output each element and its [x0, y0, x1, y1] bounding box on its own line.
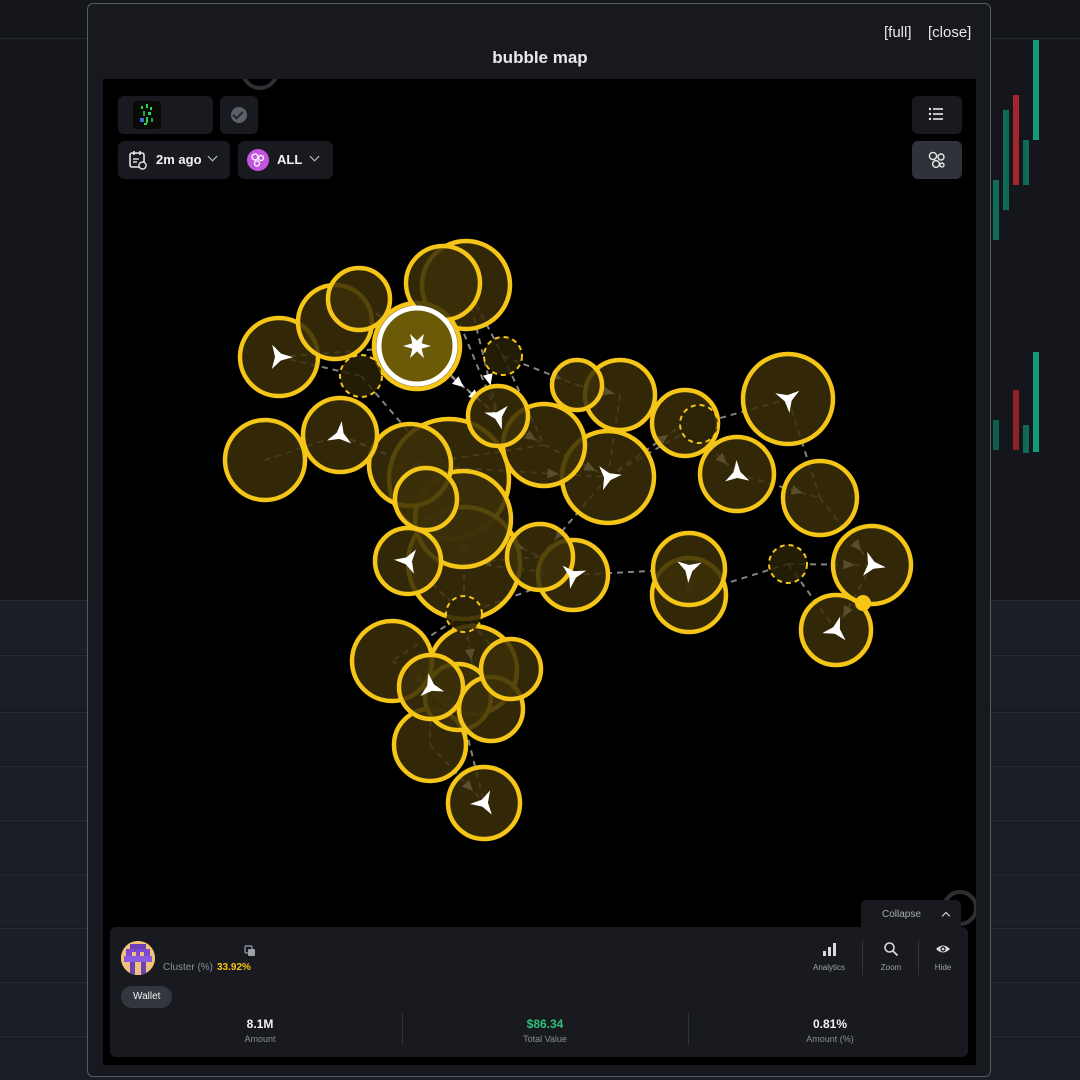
time-filter-dropdown[interactable]: 2m ago	[118, 141, 230, 179]
hide-button[interactable]: Hide	[916, 941, 970, 972]
zoom-label: Zoom	[880, 963, 902, 972]
bubbles[interactable]	[222, 238, 914, 842]
ring-marker-top	[242, 79, 278, 90]
wallet-bubble[interactable]	[549, 357, 605, 413]
cluster-percent-label: Cluster (%)	[163, 962, 214, 973]
modal-title: bubble map	[492, 48, 588, 67]
wallet-bubble[interactable]	[392, 465, 460, 533]
collapse-toggle[interactable]: Collapse	[861, 900, 961, 928]
hide-label: Hide	[934, 963, 952, 972]
list-icon	[928, 107, 943, 121]
close-button[interactable]: [close]	[928, 24, 971, 41]
bubble-marker-dot	[855, 595, 871, 611]
fullscreen-button[interactable]: [full]	[884, 24, 912, 41]
bubbles-icon	[928, 151, 945, 169]
wallet-bubble[interactable]	[445, 595, 483, 633]
stat-amount-percent-label: Amount (%)	[806, 1034, 854, 1044]
wallet-chip[interactable]: Wallet	[121, 986, 173, 1008]
eye-icon	[936, 945, 950, 953]
bubble-map-canvas[interactable]: 2m ago ALL Collapse Cluster (%) 33.92% W…	[103, 79, 976, 1065]
cluster-view-button[interactable]	[912, 141, 962, 179]
wallet-bubble[interactable]	[478, 636, 544, 702]
stat-amount-percent: 0.81% Amount (%)	[690, 1017, 970, 1044]
analytics-label: Analytics	[812, 963, 845, 972]
chain-filter-dropdown[interactable]: ALL	[238, 141, 333, 179]
chevron-down-icon	[309, 151, 320, 162]
chevron-up-icon	[941, 911, 951, 921]
chevron-down-icon	[207, 151, 218, 162]
verified-button[interactable]	[220, 96, 258, 134]
wallet-bubble[interactable]	[339, 354, 383, 398]
wallet-bubble[interactable]	[679, 404, 719, 444]
chain-icon	[247, 149, 269, 171]
time-filter-value: 2m ago	[156, 152, 202, 167]
bubble-map-modal: bubble map [full] [close] 2m ago ALL Col…	[87, 3, 991, 1077]
calendar-clock-icon	[129, 151, 147, 170]
stat-amount-percent-value: 0.81%	[812, 1017, 848, 1031]
cluster-percent-value: 33.92%	[217, 962, 251, 973]
stat-amount: 8.1M Amount	[120, 1017, 400, 1044]
token-logo-icon	[133, 101, 161, 129]
list-view-button[interactable]	[912, 96, 962, 134]
chain-filter-value: ALL	[277, 152, 303, 167]
copy-icon[interactable]	[244, 945, 256, 957]
stat-total-value-label: Total Value	[523, 1034, 567, 1044]
search-icon	[884, 942, 899, 957]
stat-amount-label: Amount	[244, 1034, 276, 1044]
wallet-bubble[interactable]	[780, 458, 860, 538]
stat-total-value: $86.34 Total Value	[405, 1017, 685, 1044]
wallet-bubble[interactable]	[483, 336, 523, 376]
collapse-label: Collapse	[882, 909, 921, 920]
wallet-avatar	[121, 941, 155, 975]
cluster-info-panel: Cluster (%) 33.92% Wallet Analytics Zoom	[110, 927, 968, 1057]
wallet-bubble[interactable]	[325, 265, 393, 333]
stat-amount-value: 8.1M	[246, 1017, 274, 1031]
bubble-graph[interactable]	[103, 79, 976, 1065]
zoom-button[interactable]: Zoom	[864, 941, 918, 972]
bar-chart-icon	[823, 943, 836, 956]
analytics-button[interactable]: Analytics	[802, 941, 856, 972]
token-badge[interactable]	[118, 96, 213, 134]
wallet-bubble[interactable]	[768, 544, 808, 584]
stat-total-value-value: $86.34	[526, 1017, 564, 1031]
wallet-bubble[interactable]	[504, 521, 576, 593]
wallet-bubble[interactable]	[222, 417, 308, 503]
